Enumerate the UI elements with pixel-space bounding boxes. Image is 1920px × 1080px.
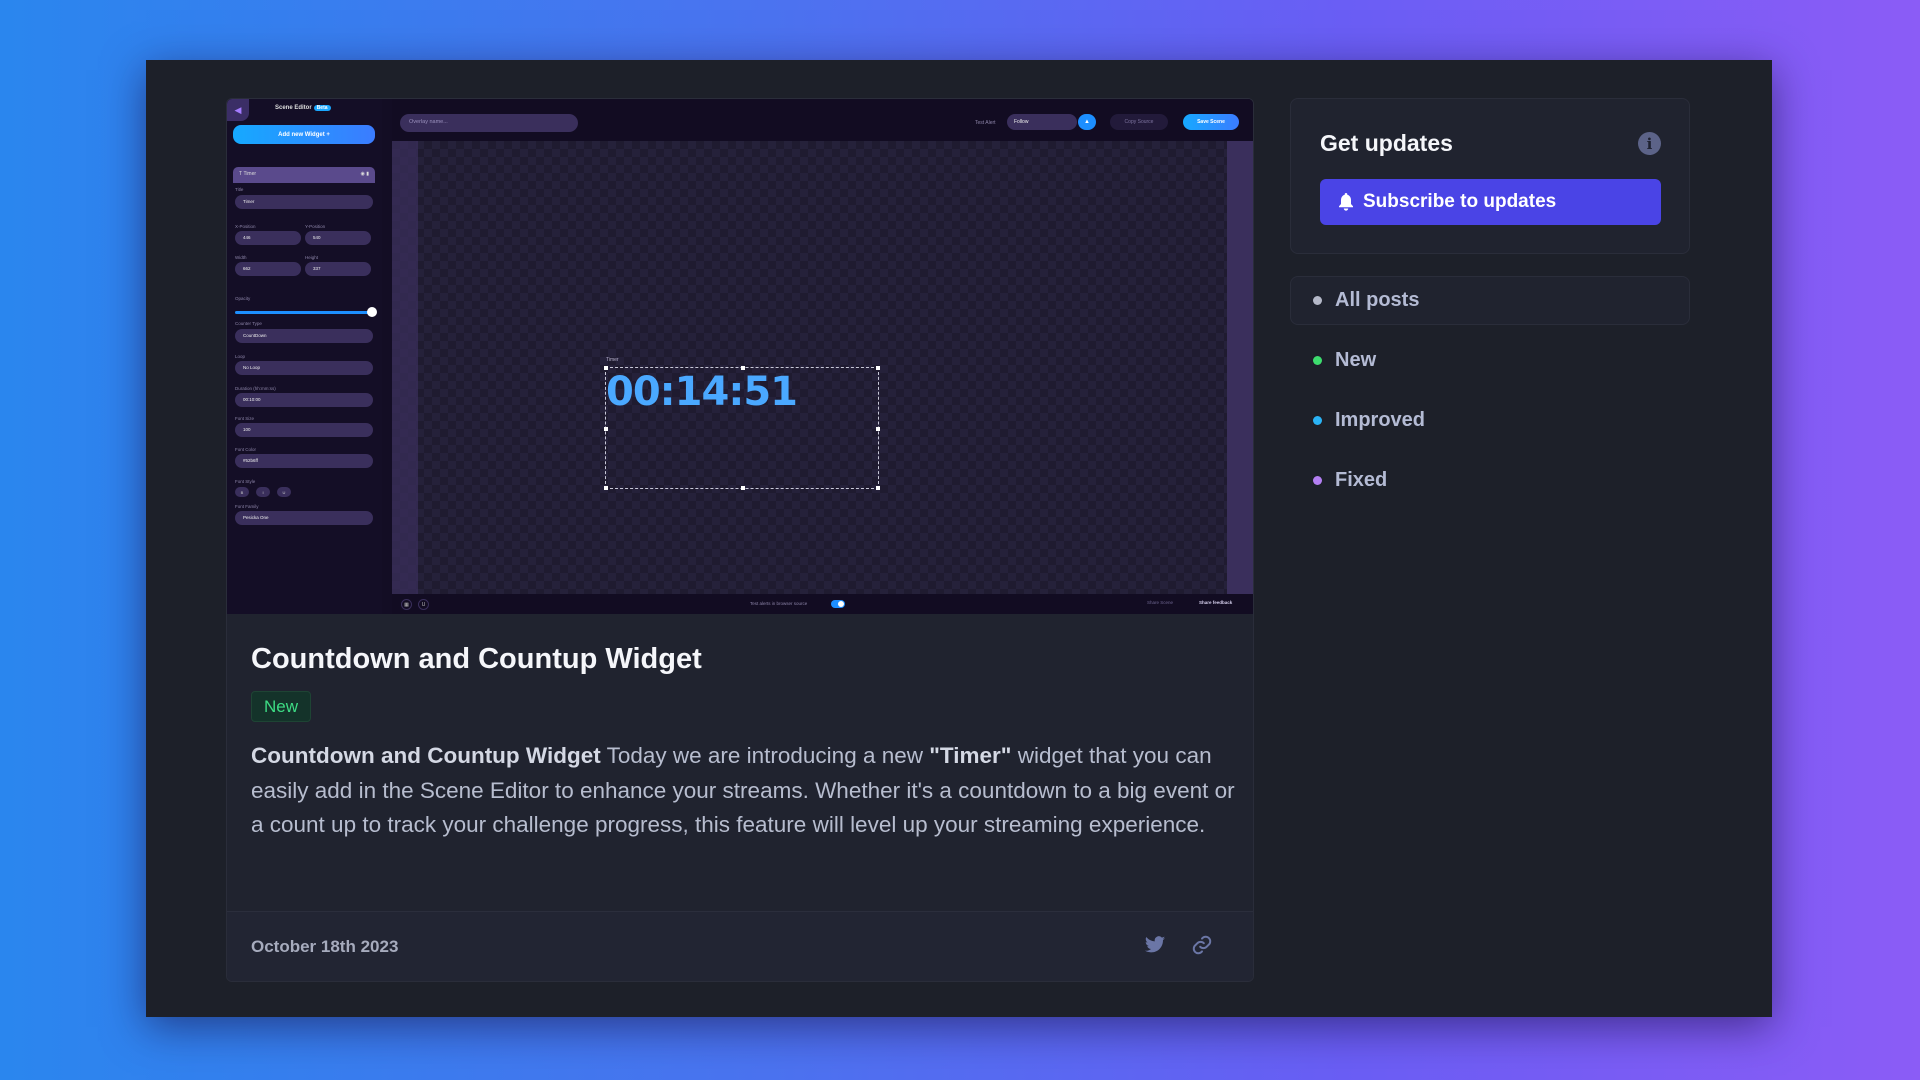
height-label: Height xyxy=(305,255,319,260)
filter-label: Improved xyxy=(1335,409,1426,431)
duration-field: 00:10:00 xyxy=(235,393,373,407)
filter-label: New xyxy=(1335,349,1377,371)
filter-dot xyxy=(1313,416,1322,425)
y-label: Y-Position xyxy=(305,224,326,229)
filter-dot xyxy=(1313,356,1322,365)
filter-improved[interactable]: Improved xyxy=(1313,409,1425,432)
filter-all-posts[interactable]: All posts xyxy=(1313,289,1419,312)
timer-widget-label: Timer xyxy=(606,357,619,363)
filter-fixed[interactable]: Fixed xyxy=(1313,469,1387,492)
counter-type-select: CountDown xyxy=(235,329,373,343)
title-label: Title xyxy=(235,187,244,192)
filter-label: Fixed xyxy=(1335,469,1388,491)
info-icon[interactable]: i xyxy=(1638,132,1661,155)
copy-source-button: Copy Source xyxy=(1110,114,1168,130)
height-field: 337 xyxy=(305,262,371,276)
canvas-margin-left xyxy=(392,141,418,594)
editor-canvas: Timer 00:14:51 xyxy=(392,141,1253,594)
beta-badge: Beta xyxy=(313,105,331,111)
save-scene-button: Save Scene xyxy=(1183,114,1239,130)
alerts-toggle-label: Test alerts in browser source xyxy=(750,601,808,606)
editor-title: Scene Editor Beta xyxy=(275,105,331,111)
y-field: 540 xyxy=(305,231,371,245)
editor-main: Overlay name... Test Alert Follow ▲ Copy… xyxy=(392,99,1253,614)
changelog-post: ◀ Scene Editor Beta Add new Widget + T Ti… xyxy=(226,98,1254,982)
filter-label: All posts xyxy=(1335,289,1420,311)
filter-dot xyxy=(1313,296,1322,305)
twitter-icon[interactable] xyxy=(1144,934,1168,958)
post-body-text-1: Today we are introducing a new xyxy=(600,743,930,768)
editor-title-text: Scene Editor xyxy=(275,105,312,111)
share-feedback-link: Share feedback xyxy=(1199,600,1233,605)
font-color-field: #52b6ff xyxy=(235,454,373,468)
bell-icon: ▲ xyxy=(1078,114,1096,130)
get-updates-card: Get updates i Subscribe to updates xyxy=(1290,98,1690,254)
widget-header: T Timer ◉ ▮ xyxy=(233,167,375,183)
loop-label: Loop xyxy=(235,354,246,359)
get-updates-title: Get updates xyxy=(1320,130,1453,156)
bold-button: B xyxy=(235,487,249,497)
editor-sidebar: ◀ Scene Editor Beta Add new Widget + T Ti… xyxy=(227,99,382,614)
test-alert-select: Follow xyxy=(1007,114,1077,130)
add-widget-button: Add new Widget + xyxy=(233,125,375,144)
alerts-toggle xyxy=(831,600,845,608)
resize-handle xyxy=(604,427,608,431)
eye-trash-icons: ◉ ▮ xyxy=(360,171,369,177)
font-family-label: Font Family xyxy=(235,504,259,509)
resize-handle xyxy=(876,366,880,370)
loop-select: No Loop xyxy=(235,361,373,375)
underline-button: U xyxy=(277,487,291,497)
filter-dot xyxy=(1313,476,1322,485)
post-body: Countdown and Countup Widget Today we ar… xyxy=(251,739,1236,843)
font-family-select: Pesicka One xyxy=(235,511,373,525)
italic-button: I xyxy=(256,487,270,497)
canvas-margin-right xyxy=(1227,141,1253,594)
title-field: Timer xyxy=(235,195,373,209)
x-label: X-Position xyxy=(235,224,256,229)
post-date: October 18th 2023 xyxy=(251,937,399,956)
duration-label: Duration (hh:mm:ss) xyxy=(235,386,276,391)
resize-handle xyxy=(876,427,880,431)
subscribe-button[interactable]: Subscribe to updates xyxy=(1320,179,1661,225)
link-icon[interactable] xyxy=(1191,934,1215,958)
font-size-field: 100 xyxy=(235,423,373,437)
bell-icon xyxy=(1339,193,1353,211)
resize-handle xyxy=(604,486,608,490)
slider-knob xyxy=(367,307,377,317)
post-body-quote: "Timer" xyxy=(929,743,1012,768)
subscribe-label: Subscribe to updates xyxy=(1363,191,1557,212)
overlay-name-input: Overlay name... xyxy=(400,114,578,132)
width-field: 662 xyxy=(235,262,301,276)
opacity-label: Opacity xyxy=(235,296,251,301)
post-badge-new[interactable]: New xyxy=(251,691,312,722)
resize-handle xyxy=(876,486,880,490)
changelog-page: ◀ Scene Editor Beta Add new Widget + T Ti… xyxy=(146,60,1772,1017)
post-footer: October 18th 2023 xyxy=(227,911,1253,981)
font-color-label: Font Color xyxy=(235,447,257,452)
x-field: 446 xyxy=(235,231,301,245)
resize-handle xyxy=(741,486,745,490)
test-alert-label: Test Alert xyxy=(975,120,996,126)
post-title: Countdown and Countup Widget xyxy=(251,643,702,675)
timer-display: 00:14:51 xyxy=(606,369,798,415)
post-image: ◀ Scene Editor Beta Add new Widget + T Ti… xyxy=(227,99,1253,614)
opacity-slider xyxy=(235,307,377,317)
font-size-label: Font Size xyxy=(235,416,255,421)
editor-statusbar: ▦ U Test alerts in browser source Share … xyxy=(392,594,1253,614)
editor-toolbar: Overlay name... Test Alert Follow ▲ Copy… xyxy=(392,99,1253,141)
magnet-icon: U xyxy=(418,599,429,610)
post-body-bold: Countdown and Countup Widget xyxy=(251,743,601,768)
widget-name: Timer xyxy=(243,171,257,177)
chevron-left-icon: ◀ xyxy=(227,99,249,121)
grid-icon: ▦ xyxy=(401,599,412,610)
share-scene-link: Share Scene xyxy=(1147,600,1174,605)
width-label: Width xyxy=(235,255,247,260)
filter-new[interactable]: New xyxy=(1313,349,1376,372)
font-style-label: Font Style xyxy=(235,479,256,484)
counter-type-label: Counter Type xyxy=(235,321,262,326)
